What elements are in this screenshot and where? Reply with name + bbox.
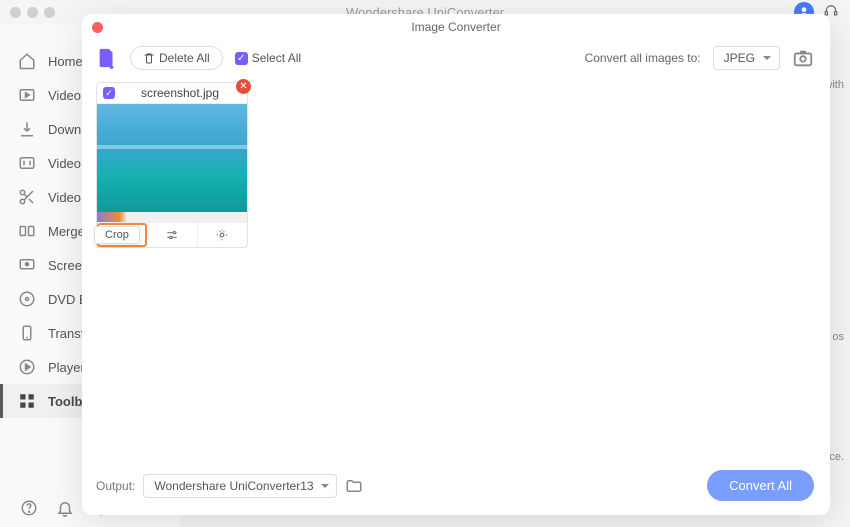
add-file-button[interactable] <box>96 47 118 69</box>
adjust-button[interactable] <box>147 223 197 247</box>
effects-button[interactable] <box>198 223 247 247</box>
select-all-checkbox[interactable]: ✓ Select All <box>235 51 301 65</box>
scissors-icon <box>18 188 36 206</box>
thumbnail-delete-button[interactable]: ✕ <box>236 79 251 94</box>
thumbnail-checkbox[interactable]: ✓ <box>103 87 115 99</box>
play-icon <box>18 358 36 376</box>
bg-text: os <box>832 331 844 343</box>
thumbnail-seekbar <box>97 212 247 222</box>
select-all-label: Select All <box>252 51 301 65</box>
compress-icon <box>18 154 36 172</box>
checkbox-checked-icon: ✓ <box>235 52 248 65</box>
thumbnail-filename: screenshot.jpg <box>119 86 241 100</box>
settings-icon <box>215 228 229 242</box>
delete-all-label: Delete All <box>159 51 210 65</box>
home-icon <box>18 52 36 70</box>
dialog-title: Image Converter <box>82 16 830 34</box>
help-icon[interactable] <box>20 499 38 517</box>
transfer-icon <box>18 324 36 342</box>
camera-settings-icon[interactable] <box>792 47 814 69</box>
dialog-close-button[interactable] <box>92 22 103 33</box>
image-converter-dialog: Image Converter Delete All ✓ Select All … <box>82 14 830 515</box>
trash-icon <box>143 52 155 64</box>
open-folder-button[interactable] <box>345 477 363 495</box>
output-label: Output: <box>96 479 135 493</box>
convert-all-button[interactable]: Convert All <box>707 470 814 501</box>
bell-icon[interactable] <box>56 499 74 517</box>
output-path-select[interactable]: Wondershare UniConverter13 <box>143 474 336 498</box>
output-format-select[interactable]: JPEG <box>713 46 780 70</box>
image-thumbnail-card[interactable]: ✓ screenshot.jpg ✕ <box>96 82 248 248</box>
sidebar-item-label: Player <box>48 360 85 375</box>
format-selected-value: JPEG <box>724 51 755 65</box>
record-icon <box>18 256 36 274</box>
sidebar-item-label: Home <box>48 54 83 69</box>
disc-icon <box>18 290 36 308</box>
convert-all-label: Convert All <box>729 478 792 493</box>
video-icon <box>18 86 36 104</box>
download-icon <box>18 120 36 138</box>
convert-to-label: Convert all images to: <box>585 51 701 65</box>
grid-icon <box>18 392 36 410</box>
crop-tooltip: Crop <box>94 226 140 244</box>
thumbnail-preview <box>97 104 247 212</box>
delete-all-button[interactable]: Delete All <box>130 46 223 70</box>
merge-icon <box>18 222 36 240</box>
sliders-icon <box>165 228 179 242</box>
output-path-value: Wondershare UniConverter13 <box>154 479 313 493</box>
